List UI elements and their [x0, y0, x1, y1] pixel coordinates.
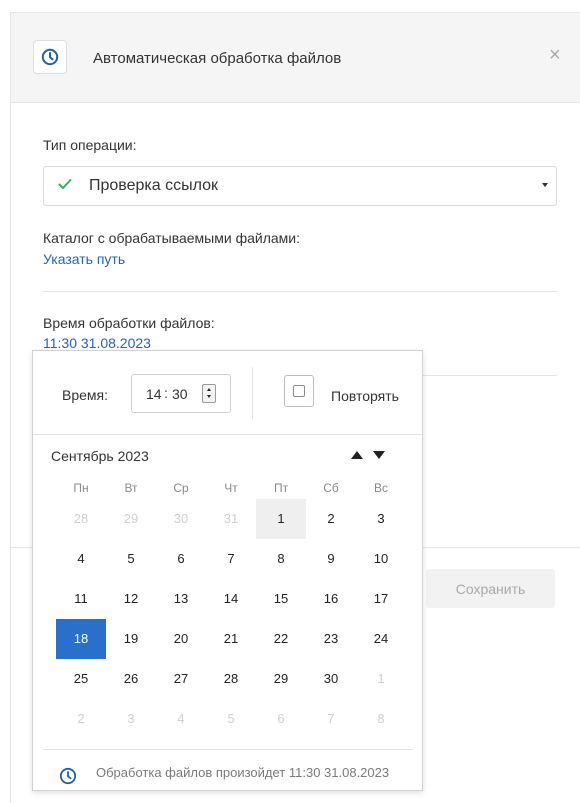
previous-month-icon[interactable] — [351, 451, 363, 459]
calendar-day[interactable]: 28 — [206, 659, 256, 699]
picker-divider — [33, 434, 422, 435]
repeat-checkbox[interactable] — [284, 375, 314, 407]
repeat-label: Повторять — [331, 388, 399, 404]
calendar-day-today[interactable]: 1 — [256, 499, 306, 539]
datetime-picker-popup: Время: 14 : 30 Повторять Сентябрь 2023 П… — [32, 350, 423, 791]
calendar-day[interactable]: 2 — [306, 499, 356, 539]
calendar-day[interactable]: 3 — [106, 699, 156, 739]
calendar-day[interactable]: 4 — [56, 539, 106, 579]
weekday-label: Чт — [224, 481, 238, 495]
dialog-title: Автоматическая обработка файлов — [93, 50, 342, 67]
calendar-day[interactable]: 1 — [356, 659, 406, 699]
weekday-header: Пн Вт Ср Чт Пт Сб Вс — [56, 481, 406, 497]
calendar-day[interactable]: 21 — [206, 619, 256, 659]
calendar-day[interactable]: 5 — [206, 699, 256, 739]
minutes-value[interactable]: 30 — [172, 386, 188, 402]
weekday-label: Ср — [173, 481, 189, 495]
save-button[interactable]: Сохранить — [426, 569, 555, 608]
calendar-day[interactable]: 7 — [306, 699, 356, 739]
spinner-down-icon[interactable] — [207, 395, 211, 398]
calendar-day[interactable]: 26 — [106, 659, 156, 699]
calendar-day[interactable]: 24 — [356, 619, 406, 659]
operation-type-value: Проверка ссылок — [89, 177, 219, 194]
checkmark-icon — [58, 177, 72, 195]
calendar-day[interactable]: 29 — [256, 659, 306, 699]
checkbox-box — [293, 385, 305, 397]
dialog-header: Автоматическая обработка файлов × — [11, 13, 580, 103]
calendar-day[interactable]: 3 — [356, 499, 406, 539]
calendar-day[interactable]: 28 — [56, 499, 106, 539]
processing-time-label: Время обработки файлов: — [43, 315, 215, 331]
calendar-day[interactable]: 23 — [306, 619, 356, 659]
weekday-label: Пт — [273, 481, 289, 495]
calendar-day[interactable]: 7 — [206, 539, 256, 579]
time-input[interactable]: 14 : 30 — [131, 374, 231, 413]
calendar-day[interactable]: 25 — [56, 659, 106, 699]
calendar-day[interactable]: 13 — [156, 579, 206, 619]
vertical-divider — [252, 367, 253, 419]
calendar-day[interactable]: 27 — [156, 659, 206, 699]
calendar-day[interactable]: 8 — [356, 699, 406, 739]
month-title: Сентябрь 2023 — [51, 448, 149, 464]
time-label: Время: — [62, 387, 109, 403]
schedule-summary: Обработка файлов произойдет 11:30 31.08.… — [96, 765, 390, 780]
folder-label: Каталог с обрабатываемыми файлами: — [43, 230, 300, 246]
calendar-day[interactable]: 22 — [256, 619, 306, 659]
calendar-day[interactable]: 12 — [106, 579, 156, 619]
hours-value[interactable]: 14 — [146, 386, 162, 402]
weekday-label: Вс — [373, 481, 388, 495]
calendar-day[interactable]: 20 — [156, 619, 206, 659]
spinner-up-icon[interactable] — [207, 388, 211, 391]
calendar-day[interactable]: 6 — [256, 699, 306, 739]
calendar-day[interactable]: 15 — [256, 579, 306, 619]
operation-type-label: Тип операции: — [43, 137, 137, 153]
close-icon[interactable]: × — [549, 45, 561, 65]
calendar-day[interactable]: 17 — [356, 579, 406, 619]
operation-type-select[interactable]: Проверка ссылок — [43, 166, 557, 206]
picker-footer-divider — [43, 749, 413, 750]
calendar-day[interactable]: 6 — [156, 539, 206, 579]
divider — [43, 291, 557, 292]
calendar-day[interactable]: 29 — [106, 499, 156, 539]
time-spinner[interactable] — [202, 384, 216, 403]
folder-path-link[interactable]: Указать путь — [43, 251, 125, 267]
processing-time-link[interactable]: 11:30 31.08.2023 — [43, 335, 151, 351]
chevron-down-icon — [542, 183, 548, 187]
calendar-day[interactable]: 19 — [106, 619, 156, 659]
calendar-day[interactable]: 30 — [306, 659, 356, 699]
calendar-day[interactable]: 2 — [56, 699, 106, 739]
calendar-day[interactable]: 30 — [156, 499, 206, 539]
weekday-label: Вт — [124, 481, 138, 495]
weekday-label: Пн — [73, 481, 89, 495]
calendar-day[interactable]: 10 — [356, 539, 406, 579]
calendar-day[interactable]: 8 — [256, 539, 306, 579]
calendar-day[interactable]: 31 — [206, 499, 256, 539]
calendar-day[interactable]: 4 — [156, 699, 206, 739]
next-month-icon[interactable] — [373, 451, 385, 459]
calendar-day-selected[interactable]: 18 — [56, 619, 106, 659]
clock-icon — [59, 767, 77, 790]
calendar-day[interactable]: 11 — [56, 579, 106, 619]
calendar-day[interactable]: 14 — [206, 579, 256, 619]
calendar-day[interactable]: 16 — [306, 579, 356, 619]
clock-icon — [33, 40, 67, 74]
time-separator: : — [164, 385, 168, 401]
weekday-label: Сб — [323, 481, 339, 495]
calendar-day[interactable]: 5 — [106, 539, 156, 579]
calendar-day[interactable]: 9 — [306, 539, 356, 579]
divider — [423, 375, 557, 376]
